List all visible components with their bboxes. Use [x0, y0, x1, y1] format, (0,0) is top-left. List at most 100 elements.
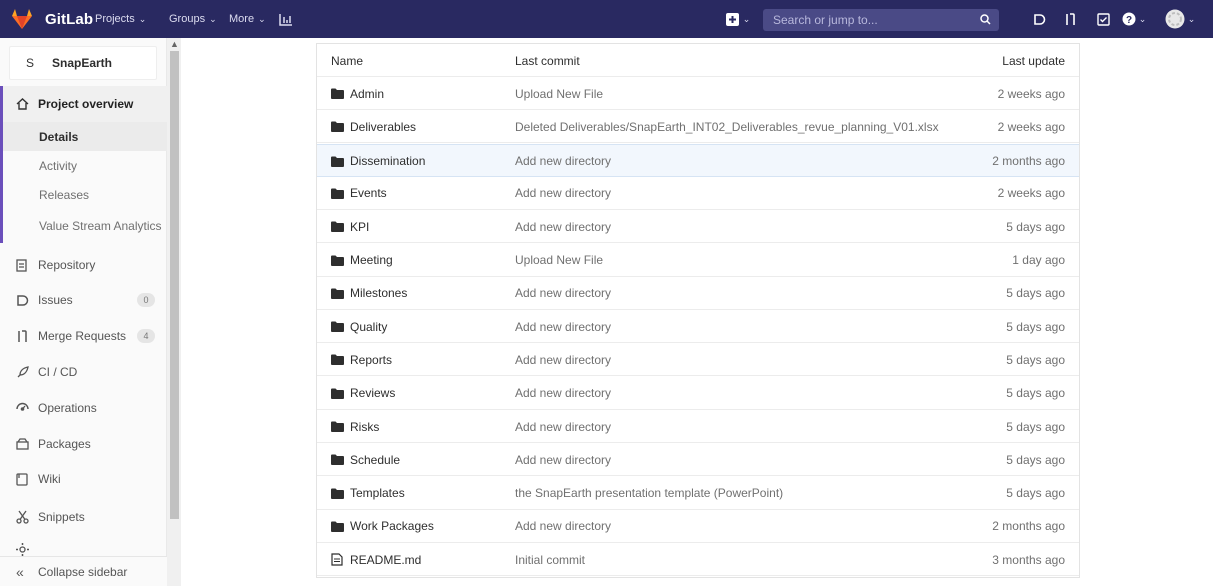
table-row[interactable]: Quality Add new directory 5 days ago — [317, 310, 1079, 344]
file-name-link[interactable]: Quality — [331, 310, 387, 343]
last-commit-link[interactable]: Add new directory — [515, 410, 611, 443]
file-name-link[interactable]: Admin — [331, 77, 384, 110]
nav-groups[interactable]: Groups ⌄ — [169, 0, 217, 38]
sidebar-item-snippets[interactable]: Snippets — [0, 502, 167, 532]
activity-chart-icon[interactable] — [276, 0, 296, 38]
gitlab-logo-icon[interactable] — [10, 0, 34, 38]
sidebar-project-header[interactable]: S SnapEarth — [9, 46, 157, 80]
table-row[interactable]: Reviews Add new directory 5 days ago — [317, 377, 1079, 410]
file-name-link[interactable]: Risks — [331, 410, 379, 443]
last-commit-link[interactable]: Add new directory — [515, 177, 611, 210]
sidebar-scrollbar-thumb[interactable] — [170, 51, 179, 519]
last-commit-link[interactable]: Add new directory — [515, 145, 611, 178]
sidebar-item-packages[interactable]: Packages — [0, 429, 167, 459]
double-chevron-left-icon: « — [16, 563, 24, 580]
sidebar-item-project-overview[interactable]: Project overview — [0, 86, 167, 122]
last-commit-link[interactable]: the SnapEarth presentation template (Pow… — [515, 477, 783, 510]
file-name-link[interactable]: Reports — [331, 343, 392, 376]
last-commit-link[interactable]: Deleted Deliverables/SnapEarth_INT02_Del… — [515, 110, 939, 143]
last-commit-link[interactable]: Initial commit — [515, 543, 585, 576]
last-commit-link[interactable]: Add new directory — [515, 510, 611, 543]
last-commit-link[interactable]: Add new directory — [515, 377, 611, 410]
scroll-up-arrow-icon[interactable]: ▲ — [170, 38, 179, 50]
last-commit-link[interactable]: Upload New File — [515, 77, 603, 110]
sidebar-item-operations[interactable]: Operations — [0, 393, 167, 423]
sidebar-item-ci-cd[interactable]: CI / CD — [0, 357, 167, 387]
file-name-link[interactable]: Dissemination — [331, 145, 425, 178]
file-name-link[interactable]: Templates — [331, 477, 405, 510]
sidebar-subitem-label: Releases — [39, 187, 90, 202]
sidebar-subitem-releases[interactable]: Releases — [0, 180, 167, 209]
table-row[interactable]: Dissemination Add new directory 2 months a… — [317, 143, 1079, 178]
file-name-link[interactable]: KPI — [331, 210, 369, 243]
table-row[interactable]: Admin Upload New File 2 weeks ago — [317, 77, 1079, 110]
table-row[interactable]: Templates the SnapEarth presentation temp… — [317, 477, 1079, 510]
file-name: Quality — [350, 319, 388, 334]
todo-icon[interactable] — [1092, 0, 1114, 38]
search-icon[interactable] — [980, 14, 991, 28]
merge-requests-count-badge: 4 — [137, 329, 155, 343]
nav-projects[interactable]: Projects ⌄ — [95, 0, 146, 38]
issues-icon[interactable] — [1028, 0, 1050, 38]
new-item-button[interactable]: ⌄ — [723, 0, 753, 38]
file-name-link[interactable]: Work Packages — [331, 510, 434, 543]
folder-icon — [331, 88, 347, 99]
last-commit-link[interactable]: Add new directory — [515, 310, 611, 343]
chevron-down-icon: ⌄ — [138, 13, 147, 24]
header-last-update: Last update — [1002, 53, 1065, 68]
table-row[interactable]: Work Packages Add new directory 2 months a… — [317, 510, 1079, 543]
nav-more[interactable]: More ⌄ — [229, 0, 266, 38]
sidebar-item-merge-requests[interactable]: Merge Requests 4 — [0, 321, 167, 351]
sidebar-subitem-value-stream-analytics[interactable]: Value Stream Analytics — [0, 209, 167, 243]
help-menu-button[interactable]: ? ⌄ — [1118, 0, 1150, 38]
file-name-link[interactable]: README.md — [331, 543, 421, 576]
table-row[interactable]: README.md Initial commit 3 months ago — [317, 543, 1079, 577]
table-row[interactable]: Milestones Add new directory 5 days ago — [317, 277, 1079, 310]
top-navbar: GitLab Projects ⌄ Groups ⌄ More ⌄ ⌄ ? ⌄ … — [0, 0, 1213, 38]
sidebar-subitem-details[interactable]: Details — [0, 122, 167, 151]
folder-icon — [331, 288, 347, 299]
last-commit-link[interactable]: Upload New File — [515, 244, 603, 277]
last-update-time: 5 days ago — [1006, 386, 1065, 401]
issues-icon — [16, 294, 38, 307]
sidebar-item-issues[interactable]: Issues 0 — [0, 285, 167, 315]
table-row[interactable]: Reports Add new directory 5 days ago — [317, 343, 1079, 377]
sidebar-subitem-activity[interactable]: Activity — [0, 151, 167, 180]
last-update-time: 2 months ago — [992, 154, 1065, 169]
folder-icon — [331, 421, 347, 432]
search-input[interactable] — [763, 9, 963, 31]
sidebar-item-label: Packages — [38, 437, 91, 451]
file-name: Events — [350, 186, 387, 201]
file-name-link[interactable]: Events — [331, 177, 387, 210]
file-name-link[interactable]: Reviews — [331, 377, 395, 410]
table-row[interactable]: KPI Add new directory 5 days ago — [317, 210, 1079, 244]
sidebar-item-partial — [0, 542, 167, 556]
file-name-link[interactable]: Meeting — [331, 244, 393, 277]
file-name-link[interactable]: Milestones — [331, 277, 407, 310]
table-row[interactable]: Risks Add new directory 5 days ago — [317, 410, 1079, 443]
sidebar-item-label: Repository — [38, 258, 96, 272]
table-row[interactable]: Schedule Add new directory 5 days ago — [317, 443, 1079, 477]
last-update-time: 5 days ago — [1006, 219, 1065, 234]
collapse-sidebar-button[interactable]: « Collapse sidebar — [0, 556, 167, 586]
file-name-link[interactable]: Schedule — [331, 443, 400, 476]
project-avatar: S — [25, 56, 34, 70]
table-row[interactable]: Events Add new directory 2 weeks ago — [317, 177, 1079, 210]
table-row[interactable]: Meeting Upload New File 1 day ago — [317, 244, 1079, 277]
scissors-icon — [16, 510, 38, 524]
table-row[interactable]: Deliverables Deleted Deliverables/SnapEar… — [317, 110, 1079, 144]
merge-request-icon[interactable] — [1060, 0, 1082, 38]
file-name-link[interactable]: Deliverables — [331, 110, 416, 143]
search-box[interactable] — [763, 9, 999, 31]
sidebar-item-label: Snippets — [38, 510, 85, 524]
brand-name[interactable]: GitLab — [45, 0, 93, 38]
sidebar-item-wiki[interactable]: Wiki — [0, 464, 167, 494]
last-commit-link[interactable]: Add new directory — [515, 343, 611, 376]
sidebar-item-repository[interactable]: Repository — [0, 250, 167, 280]
collapse-sidebar-label: Collapse sidebar — [38, 564, 128, 579]
last-update-time: 5 days ago — [1006, 419, 1065, 434]
last-commit-link[interactable]: Add new directory — [515, 210, 611, 243]
last-commit-link[interactable]: Add new directory — [515, 443, 611, 476]
last-commit-link[interactable]: Add new directory — [515, 277, 611, 310]
user-menu-button[interactable]: ⌄ — [1162, 0, 1198, 38]
